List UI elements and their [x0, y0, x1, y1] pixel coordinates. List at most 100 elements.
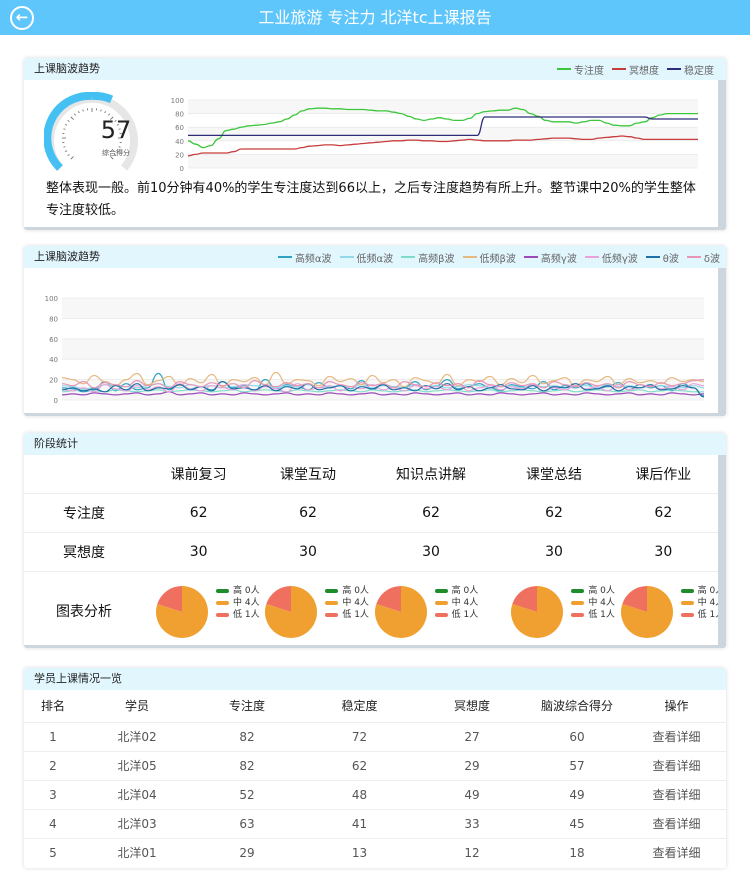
waves-card: 上课脑波趋势 高频α波 低频α波 高频β波 低频β波 高频γ波 低频γ波 θ波 δ波 100 8… [24, 246, 726, 416]
table-row: 4 北洋03 63 41 33 45 查看详细 [24, 808, 726, 838]
stage-pie-cell: 高 0人中 4人低 1人 [609, 571, 724, 648]
table-row: 2 北洋05 82 62 29 57 查看详细 [24, 750, 726, 780]
stage-chart-row: 图表分析 高 0人中 4人低 1人高 0人中 4人低 1人高 0人中 4人低 1… [24, 571, 724, 648]
overall-score-label: 综合得分 [102, 149, 130, 157]
focus-cell: 63 [192, 808, 302, 838]
y-tick-label: 80 [49, 315, 58, 323]
meditation-value: 30 [253, 532, 363, 572]
grid-band [62, 338, 704, 360]
focus-cell: 29 [192, 837, 302, 867]
y-tick-label: 20 [175, 151, 184, 159]
student-name-cell: 北洋04 [82, 779, 192, 809]
students-card: 学员上课情况一览 排名 学员 专注度 稳定度 冥想度 脑波综合得分 操作 1 北洋… [24, 668, 726, 868]
table-row: 1 北洋02 82 72 27 60 查看详细 [24, 721, 726, 751]
scrollbar[interactable] [718, 455, 726, 648]
meditation-value: 30 [608, 532, 718, 572]
scrollbar-bottom[interactable] [24, 645, 726, 648]
overall-score: 57 [100, 116, 132, 144]
table-row: 3 北洋04 52 48 49 49 查看详细 [24, 779, 726, 809]
stage-col-3: 知识点讲解 [362, 455, 500, 494]
view-detail-link[interactable]: 查看详细 [627, 808, 726, 838]
students-header-row: 排名 学员 专注度 稳定度 冥想度 脑波综合得分 操作 [24, 690, 726, 722]
stage-pie-chart [265, 585, 318, 638]
stability-cell: 62 [302, 750, 417, 780]
col-rank: 排名 [40, 699, 65, 714]
focus-value: 62 [362, 493, 500, 533]
grid-band [62, 298, 704, 319]
gauge-tick [63, 146, 66, 148]
y-tick-label: 40 [49, 356, 58, 364]
score-cell: 45 [527, 808, 627, 838]
gauge-tick [63, 128, 66, 130]
grid-band [188, 100, 698, 114]
student-name-cell: 北洋02 [82, 721, 192, 751]
legend-item-wave: 高频α波 [277, 250, 332, 265]
students-table: 排名 学员 专注度 稳定度 冥想度 脑波综合得分 操作 1 北洋02 82 72 27 6… [24, 690, 726, 867]
meditation-cell: 12 [417, 837, 527, 867]
col-student: 学员 [124, 699, 149, 714]
legend-item-wave: 高频β波 [401, 250, 455, 265]
pie-legend: 高 0人中 4人低 1人 [434, 585, 478, 621]
stability-cell: 41 [302, 808, 417, 838]
stage-card-title: 阶段统计 [24, 433, 726, 455]
meditation-cell: 33 [417, 808, 527, 838]
view-detail-link[interactable]: 查看详细 [627, 837, 726, 867]
meditation-value: 30 [499, 532, 609, 572]
stage-pie-cell: 高 0人中 4人低 1人 [363, 571, 500, 648]
view-detail-link[interactable]: 查看详细 [627, 721, 726, 751]
focus-value: 62 [144, 493, 254, 533]
stability-cell: 48 [302, 779, 417, 809]
stage-pie-chart [511, 585, 564, 638]
stage-pie-chart [620, 585, 673, 638]
stage-focus-row: 专注度 62 62 62 62 62 [24, 493, 718, 533]
gauge-tick [100, 109, 102, 112]
focus-cell: 82 [192, 721, 302, 751]
focus-cell: 82 [192, 750, 302, 780]
rank-cell: 2 [24, 750, 82, 780]
meditation-value: 30 [144, 532, 254, 572]
trend-card: 上课脑波趋势 专注度 冥想度 稳定度 57 综合得分 100 80 60 40 20 0 … [24, 58, 726, 230]
y-tick-label: 20 [49, 377, 58, 385]
table-row: 5 北洋01 29 13 12 18 查看详细 [24, 837, 726, 867]
scrollbar[interactable] [718, 268, 726, 416]
view-detail-link[interactable]: 查看详细 [627, 779, 726, 809]
stage-pie-chart [374, 585, 427, 638]
stage-meditation-row: 冥想度 30 30 30 30 30 [24, 532, 718, 572]
meditation-cell: 27 [417, 721, 527, 751]
scrollbar-bottom[interactable] [24, 227, 726, 230]
gauge-tick [104, 111, 106, 114]
meditation-value: 30 [362, 532, 500, 572]
waves-legend: 高频α波 低频α波 高频β波 低频β波 高频γ波 低频γ波 θ波 δ波 [270, 246, 720, 268]
y-tick-label: 60 [175, 124, 184, 132]
y-tick-label: 100 [171, 97, 184, 105]
legend-item-wave: 低频α波 [339, 250, 393, 265]
y-tick-label: 60 [49, 336, 58, 344]
legend-item-wave: 高频γ波 [523, 250, 577, 265]
stage-pie-chart [156, 585, 208, 638]
score-cell: 49 [527, 779, 627, 809]
score-cell: 60 [527, 721, 627, 751]
col-focus: 专注度 [228, 699, 265, 714]
stage-table: 课前复习 课堂互动 知识点讲解 课堂总结 课后作业 专注度 62 62 62 6… [24, 455, 724, 648]
stage-stats-card: 阶段统计 课前复习 课堂互动 知识点讲解 课堂总结 课后作业 专注度 62 62… [24, 433, 726, 648]
stage-header-row: 课前复习 课堂互动 知识点讲解 课堂总结 课后作业 [24, 455, 718, 494]
stage-pie-cell: 高 0人中 4人低 1人 [253, 571, 369, 648]
student-name-cell: 北洋01 [82, 837, 192, 867]
view-detail-link[interactable]: 查看详细 [627, 750, 726, 780]
col-score: 脑波综合得分 [540, 699, 613, 714]
stage-col-2: 课堂互动 [253, 455, 363, 494]
stage-col-4: 课堂总结 [499, 455, 609, 494]
scrollbar-bottom[interactable] [24, 413, 726, 416]
scrollbar[interactable] [718, 80, 726, 230]
y-tick-label: 100 [45, 295, 58, 303]
y-tick-label: 80 [175, 111, 184, 119]
stability-cell: 72 [302, 721, 417, 751]
y-tick-label: 0 [54, 397, 58, 405]
app-header: ← 工业旅游 专注力 北洋tc上课报告 [0, 0, 750, 35]
grid-band [188, 127, 698, 141]
stage-pie-cell: 高 0人中 4人低 1人 [499, 571, 615, 648]
focus-value: 62 [499, 493, 609, 533]
pie-legend-item: 高 0人 [434, 585, 478, 597]
meditation-cell: 49 [417, 779, 527, 809]
pie-legend-item: 低 1人 [434, 609, 478, 621]
